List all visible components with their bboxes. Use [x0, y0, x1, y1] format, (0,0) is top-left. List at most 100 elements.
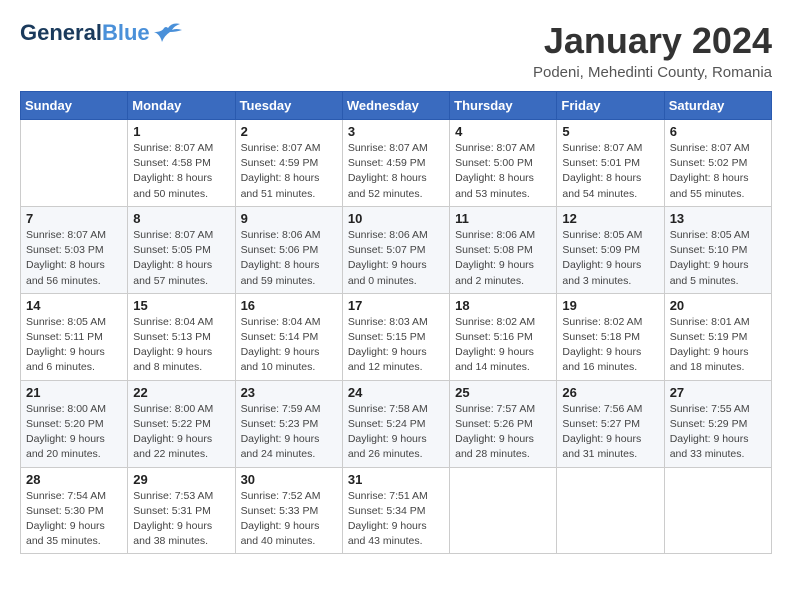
weekday-header-tuesday: Tuesday — [235, 92, 342, 120]
day-info: Sunrise: 8:00 AMSunset: 5:22 PMDaylight:… — [133, 402, 229, 463]
calendar-cell — [450, 467, 557, 554]
day-info: Sunrise: 8:06 AMSunset: 5:07 PMDaylight:… — [348, 228, 444, 289]
day-number: 2 — [241, 124, 337, 139]
calendar-cell: 9 Sunrise: 8:06 AMSunset: 5:06 PMDaylight… — [235, 206, 342, 293]
day-info: Sunrise: 7:53 AMSunset: 5:31 PMDaylight:… — [133, 489, 229, 550]
day-info: Sunrise: 7:56 AMSunset: 5:27 PMDaylight:… — [562, 402, 658, 463]
day-info: Sunrise: 8:07 AMSunset: 5:00 PMDaylight:… — [455, 141, 551, 202]
weekday-header-friday: Friday — [557, 92, 664, 120]
calendar-week-4: 21 Sunrise: 8:00 AMSunset: 5:20 PMDayligh… — [21, 380, 772, 467]
calendar-cell — [664, 467, 771, 554]
calendar-cell: 2 Sunrise: 8:07 AMSunset: 4:59 PMDaylight… — [235, 120, 342, 207]
day-number: 30 — [241, 472, 337, 487]
calendar-cell: 6Sunrise: 8:07 AMSunset: 5:02 PMDaylight… — [664, 120, 771, 207]
day-info: Sunrise: 8:07 AMSunset: 5:02 PMDaylight:… — [670, 141, 766, 202]
calendar-cell: 28 Sunrise: 7:54 AMSunset: 5:30 PMDayligh… — [21, 467, 128, 554]
calendar-cell: 25 Sunrise: 7:57 AMSunset: 5:26 PMDayligh… — [450, 380, 557, 467]
day-info: Sunrise: 8:06 AMSunset: 5:06 PMDaylight:… — [241, 228, 337, 289]
day-number: 15 — [133, 298, 229, 313]
day-number: 31 — [348, 472, 444, 487]
day-info: Sunrise: 7:51 AMSunset: 5:34 PMDaylight:… — [348, 489, 444, 550]
calendar-cell: 26 Sunrise: 7:56 AMSunset: 5:27 PMDayligh… — [557, 380, 664, 467]
calendar-cell: 13 Sunrise: 8:05 AMSunset: 5:10 PMDayligh… — [664, 206, 771, 293]
calendar-cell: 11Sunrise: 8:06 AMSunset: 5:08 PMDayligh… — [450, 206, 557, 293]
calendar-table: SundayMondayTuesdayWednesdayThursdayFrid… — [20, 91, 772, 554]
calendar-cell: 19 Sunrise: 8:02 AMSunset: 5:18 PMDayligh… — [557, 293, 664, 380]
calendar-cell: 5Sunrise: 8:07 AMSunset: 5:01 PMDaylight… — [557, 120, 664, 207]
day-number: 3 — [348, 124, 444, 139]
day-number: 21 — [26, 385, 122, 400]
calendar-cell: 14 Sunrise: 8:05 AMSunset: 5:11 PMDayligh… — [21, 293, 128, 380]
day-info: Sunrise: 8:07 AMSunset: 4:59 PMDaylight:… — [241, 141, 337, 202]
day-info: Sunrise: 8:05 AMSunset: 5:11 PMDaylight:… — [26, 315, 122, 376]
page-header: GeneralBlue January 2024 Podeni, Mehedin… — [20, 20, 772, 81]
calendar-week-2: 7Sunrise: 8:07 AMSunset: 5:03 PMDaylight… — [21, 206, 772, 293]
calendar-cell: 3Sunrise: 8:07 AMSunset: 4:59 PMDaylight… — [342, 120, 449, 207]
day-number: 14 — [26, 298, 122, 313]
weekday-header-thursday: Thursday — [450, 92, 557, 120]
calendar-cell: 20Sunrise: 8:01 AMSunset: 5:19 PMDayligh… — [664, 293, 771, 380]
day-number: 18 — [455, 298, 551, 313]
weekday-header-monday: Monday — [128, 92, 235, 120]
logo-text: GeneralBlue — [20, 20, 150, 46]
day-info: Sunrise: 8:07 AMSunset: 4:58 PMDaylight:… — [133, 141, 229, 202]
day-info: Sunrise: 7:55 AMSunset: 5:29 PMDaylight:… — [670, 402, 766, 463]
day-info: Sunrise: 7:58 AMSunset: 5:24 PMDaylight:… — [348, 402, 444, 463]
day-number: 13 — [670, 211, 766, 226]
day-number: 11 — [455, 211, 551, 226]
calendar-header-row: SundayMondayTuesdayWednesdayThursdayFrid… — [21, 92, 772, 120]
calendar-cell: 4Sunrise: 8:07 AMSunset: 5:00 PMDaylight… — [450, 120, 557, 207]
title-block: January 2024 Podeni, Mehedinti County, R… — [533, 20, 772, 81]
logo: GeneralBlue — [20, 20, 182, 46]
day-number: 7 — [26, 211, 122, 226]
day-info: Sunrise: 7:52 AMSunset: 5:33 PMDaylight:… — [241, 489, 337, 550]
calendar-week-3: 14 Sunrise: 8:05 AMSunset: 5:11 PMDayligh… — [21, 293, 772, 380]
calendar-cell — [557, 467, 664, 554]
calendar-cell: 17 Sunrise: 8:03 AMSunset: 5:15 PMDayligh… — [342, 293, 449, 380]
calendar-cell: 31 Sunrise: 7:51 AMSunset: 5:34 PMDayligh… — [342, 467, 449, 554]
day-number: 28 — [26, 472, 122, 487]
day-info: Sunrise: 8:05 AMSunset: 5:10 PMDaylight:… — [670, 228, 766, 289]
day-info: Sunrise: 8:05 AMSunset: 5:09 PMDaylight:… — [562, 228, 658, 289]
calendar-cell: 23Sunrise: 7:59 AMSunset: 5:23 PMDayligh… — [235, 380, 342, 467]
day-info: Sunrise: 7:54 AMSunset: 5:30 PMDaylight:… — [26, 489, 122, 550]
day-number: 19 — [562, 298, 658, 313]
calendar-cell: 12Sunrise: 8:05 AMSunset: 5:09 PMDayligh… — [557, 206, 664, 293]
day-info: Sunrise: 8:03 AMSunset: 5:15 PMDaylight:… — [348, 315, 444, 376]
day-number: 17 — [348, 298, 444, 313]
calendar-week-1: 1 Sunrise: 8:07 AMSunset: 4:58 PMDaylight… — [21, 120, 772, 207]
day-number: 26 — [562, 385, 658, 400]
month-title: January 2024 — [533, 20, 772, 62]
calendar-cell: 24 Sunrise: 7:58 AMSunset: 5:24 PMDayligh… — [342, 380, 449, 467]
calendar-cell: 15 Sunrise: 8:04 AMSunset: 5:13 PMDayligh… — [128, 293, 235, 380]
day-info: Sunrise: 7:57 AMSunset: 5:26 PMDaylight:… — [455, 402, 551, 463]
weekday-header-sunday: Sunday — [21, 92, 128, 120]
day-number: 9 — [241, 211, 337, 226]
day-number: 24 — [348, 385, 444, 400]
calendar-cell: 10 Sunrise: 8:06 AMSunset: 5:07 PMDayligh… — [342, 206, 449, 293]
day-info: Sunrise: 8:02 AMSunset: 5:16 PMDaylight:… — [455, 315, 551, 376]
calendar-cell: 7Sunrise: 8:07 AMSunset: 5:03 PMDaylight… — [21, 206, 128, 293]
calendar-cell: 27 Sunrise: 7:55 AMSunset: 5:29 PMDayligh… — [664, 380, 771, 467]
calendar-cell: 8Sunrise: 8:07 AMSunset: 5:05 PMDaylight… — [128, 206, 235, 293]
calendar-cell: 16Sunrise: 8:04 AMSunset: 5:14 PMDayligh… — [235, 293, 342, 380]
calendar-cell: 22 Sunrise: 8:00 AMSunset: 5:22 PMDayligh… — [128, 380, 235, 467]
day-number: 29 — [133, 472, 229, 487]
day-info: Sunrise: 8:00 AMSunset: 5:20 PMDaylight:… — [26, 402, 122, 463]
day-info: Sunrise: 8:02 AMSunset: 5:18 PMDaylight:… — [562, 315, 658, 376]
calendar-week-5: 28 Sunrise: 7:54 AMSunset: 5:30 PMDayligh… — [21, 467, 772, 554]
day-number: 27 — [670, 385, 766, 400]
location: Podeni, Mehedinti County, Romania — [533, 64, 772, 81]
day-info: Sunrise: 8:07 AMSunset: 5:01 PMDaylight:… — [562, 141, 658, 202]
day-number: 22 — [133, 385, 229, 400]
weekday-header-wednesday: Wednesday — [342, 92, 449, 120]
day-number: 8 — [133, 211, 229, 226]
day-number: 25 — [455, 385, 551, 400]
day-info: Sunrise: 8:04 AMSunset: 5:13 PMDaylight:… — [133, 315, 229, 376]
calendar-cell: 18 Sunrise: 8:02 AMSunset: 5:16 PMDayligh… — [450, 293, 557, 380]
day-info: Sunrise: 7:59 AMSunset: 5:23 PMDaylight:… — [241, 402, 337, 463]
day-number: 10 — [348, 211, 444, 226]
calendar-cell: 29 Sunrise: 7:53 AMSunset: 5:31 PMDayligh… — [128, 467, 235, 554]
calendar-cell — [21, 120, 128, 207]
day-number: 1 — [133, 124, 229, 139]
